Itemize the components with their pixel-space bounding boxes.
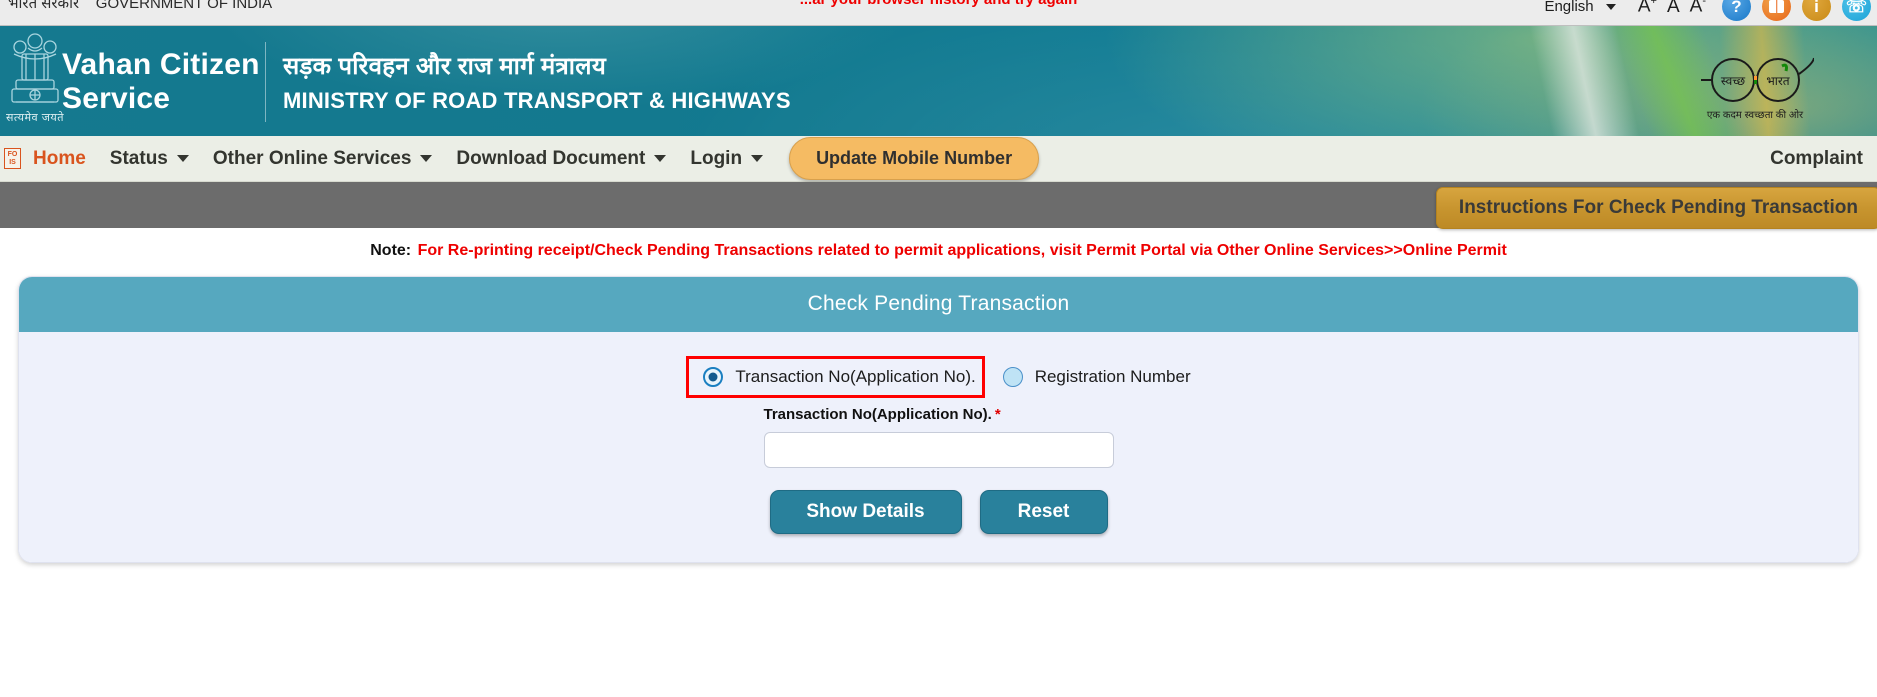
ministry-hindi: सड़क परिवहन और राज मार्ग मंत्रालय <box>283 53 607 80</box>
transaction-no-field-block: Transaction No(Application No). * <box>763 406 1114 468</box>
font-size-controls: A+ A A- <box>1638 0 1706 18</box>
language-label: English <box>1544 0 1594 15</box>
main-navigation-bar: FO IS Home Status Other Online Services … <box>0 136 1877 182</box>
font-increase-button[interactable]: A+ <box>1638 0 1657 18</box>
ministry-english: MINISTRY OF ROAD TRANSPORT & HIGHWAYS <box>283 88 791 113</box>
site-brand-title: Vahan Citizen Service <box>62 48 260 115</box>
language-selector[interactable]: English <box>1544 0 1616 15</box>
fois-line-2: IS <box>9 158 16 166</box>
topbar-right-group: English A+ A A- ? i ☏ <box>1544 0 1871 21</box>
quick-links-icons: ? i ☏ <box>1722 0 1871 21</box>
note-prefix: Note: <box>370 242 412 259</box>
radio-option-transaction-no[interactable]: Transaction No(Application No). <box>703 367 976 387</box>
chevron-down-icon <box>751 155 764 162</box>
swachh-tagline: एक कदम स्वच्छता की ओर <box>1706 110 1804 121</box>
chevron-down-icon <box>176 155 189 162</box>
top-utility-bar: भारत सरकार GOVERNMENT OF INDIA ...ar you… <box>0 0 1877 26</box>
brand-line-2: Service <box>62 81 171 115</box>
required-asterisk: * <box>994 406 1001 423</box>
nav-item-home-label: Home <box>33 147 86 169</box>
nav-item-other-online-services[interactable]: Other Online Services <box>201 148 445 170</box>
svg-text:स्वच्छ: स्वच्छ <box>1721 74 1745 88</box>
national-emblem-block: सत्यमेव जयते <box>4 28 66 136</box>
instructions-button[interactable]: Instructions For Check Pending Transacti… <box>1435 187 1877 229</box>
nav-item-other-online-services-label: Other Online Services <box>212 147 412 169</box>
book-icon[interactable] <box>1762 0 1791 21</box>
brand-line-1: Vahan Citizen <box>62 48 260 81</box>
radio-option-registration-number-label: Registration Number <box>1034 367 1191 386</box>
ashoka-emblem-icon <box>11 33 59 103</box>
gov-english-text: GOVERNMENT OF INDIA <box>95 0 273 12</box>
fois-icon[interactable]: FO IS <box>4 148 21 169</box>
chevron-down-icon <box>1605 4 1616 11</box>
card-body: Transaction No(Application No). Registra… <box>19 332 1858 562</box>
ministry-block: सड़क परिवहन और राज मार्ग मंत्रालय MINIST… <box>283 52 791 114</box>
instructions-band: Instructions For Check Pending Transacti… <box>0 182 1877 229</box>
chevron-down-icon <box>420 155 433 162</box>
gov-hindi-text: भारत सरकार <box>8 0 80 12</box>
radio-registration-number-input[interactable] <box>1002 367 1023 387</box>
swachh-bharat-spectacles-icon: स्वच्छ भारत <box>1701 57 1814 102</box>
reset-button[interactable]: Reset <box>979 490 1108 534</box>
card-title: Check Pending Transaction <box>19 277 1858 332</box>
banner-divider <box>265 42 266 122</box>
swachh-bharat-logo: स्वच्छ भारत एक कदम स्वच्छता की ओर <box>1695 54 1815 124</box>
info-icon[interactable]: i <box>1802 0 1831 21</box>
banner-decoration <box>0 26 1877 136</box>
nav-item-download-document-label: Download Document <box>456 147 646 169</box>
radio-option-transaction-no-label: Transaction No(Application No). <box>735 367 976 386</box>
note-body: For Re-printing receipt/Check Pending Tr… <box>417 242 1507 259</box>
fois-line-1: FO <box>7 150 18 158</box>
nav-item-home[interactable]: Home <box>29 148 98 170</box>
site-banner: सत्यमेव जयते Vahan Citizen Service सड़क … <box>0 26 1877 136</box>
transaction-no-highlight-box: Transaction No(Application No). <box>686 356 985 398</box>
svg-text:भारत: भारत <box>1766 74 1790 88</box>
nav-item-download-document[interactable]: Download Document <box>444 148 678 170</box>
font-decrease-button[interactable]: A- <box>1690 0 1706 18</box>
radio-option-registration-number[interactable]: Registration Number <box>1002 367 1191 387</box>
check-pending-transaction-card: Check Pending Transaction Transaction No… <box>18 276 1859 563</box>
nav-item-status-label: Status <box>109 147 168 169</box>
search-type-radio-group: Transaction No(Application No). Registra… <box>19 356 1858 398</box>
transaction-no-label-text: Transaction No(Application No). <box>763 406 992 423</box>
government-of-india-label: भारत सरकार GOVERNMENT OF INDIA <box>8 0 272 13</box>
update-mobile-number-button[interactable]: Update Mobile Number <box>789 137 1040 180</box>
transaction-no-field-label: Transaction No(Application No). * <box>764 406 1114 423</box>
radio-transaction-no-input[interactable] <box>703 367 724 387</box>
font-normal-button[interactable]: A <box>1667 0 1680 18</box>
transaction-no-input-field[interactable] <box>763 432 1114 468</box>
chevron-down-icon <box>654 155 667 162</box>
card-actions: Show Details Reset <box>19 490 1858 534</box>
note-text: Note: For Re-printing receipt/Check Pend… <box>0 228 1877 260</box>
nav-item-status[interactable]: Status <box>98 148 201 170</box>
show-details-button[interactable]: Show Details <box>769 490 962 534</box>
browser-warning-text: ...ar your browser history and try again <box>800 0 1078 8</box>
phone-icon[interactable]: ☏ <box>1842 0 1871 21</box>
help-icon[interactable]: ? <box>1722 0 1751 21</box>
nav-item-complaint[interactable]: Complaint <box>1770 148 1863 170</box>
nav-item-login[interactable]: Login <box>678 148 775 170</box>
nav-item-login-label: Login <box>690 147 743 169</box>
